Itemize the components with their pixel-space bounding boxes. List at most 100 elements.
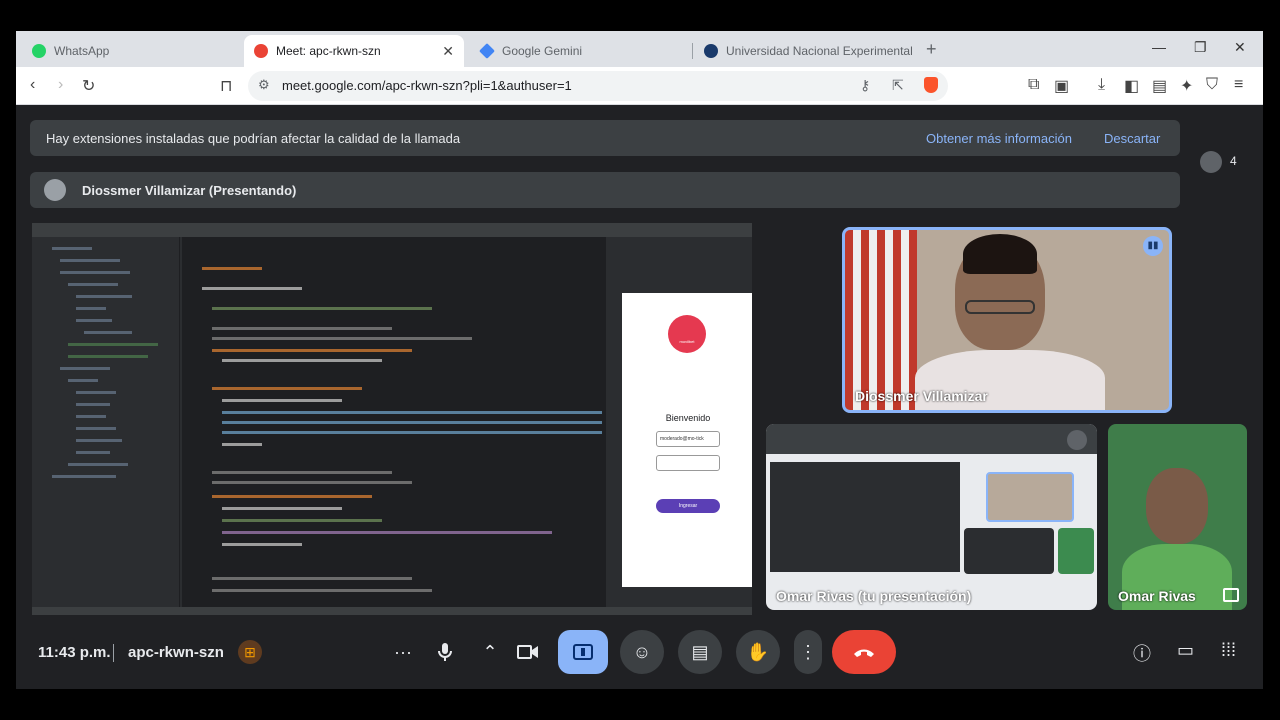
- speaking-indicator-icon: ▮▮: [1143, 236, 1163, 256]
- participant-tile-omar[interactable]: Omar Rivas: [1108, 424, 1247, 610]
- participant-name: Omar Rivas (tu presentación): [776, 588, 972, 604]
- nested-screen: [770, 462, 960, 572]
- participant-name: Omar Rivas: [1118, 588, 1196, 604]
- nested-tile: [986, 472, 1074, 522]
- login-button[interactable]: Ingresar: [656, 499, 720, 513]
- tab-title: WhatsApp: [54, 44, 110, 58]
- participant-name: Diossmer Villamizar: [855, 388, 988, 404]
- raise-hand-button[interactable]: ✋: [736, 630, 780, 674]
- mute-indicator-icon: [1067, 430, 1087, 450]
- bookmark-icon[interactable]: ⊓: [220, 76, 232, 96]
- nested-tile: [1058, 528, 1094, 574]
- browser-toolbar: ‹ › ↻ ⊓ ⚙ meet.google.com/apc-rkwn-szn?p…: [16, 67, 1263, 105]
- tab-divider: [692, 43, 693, 59]
- tab-gemini[interactable]: Google Gemini: [470, 35, 690, 67]
- logo-text: movilbet: [679, 339, 695, 344]
- video-options-button[interactable]: ⌃: [474, 630, 506, 674]
- app-logo: movilbet: [668, 315, 706, 353]
- emoji-icon: ☺: [632, 641, 652, 662]
- presenter-bar: Diossmer Villamizar (Presentando): [30, 172, 1180, 208]
- restore-icon[interactable]: ❐: [1194, 39, 1207, 56]
- close-window-icon[interactable]: ✕: [1234, 39, 1246, 56]
- sidebar-icon[interactable]: ◧: [1124, 76, 1139, 96]
- university-icon: [704, 44, 718, 58]
- tab-university[interactable]: Universidad Nacional Experimental d: [694, 35, 914, 67]
- presenter-label: Diossmer Villamizar (Presentando): [82, 183, 297, 198]
- camera-button[interactable]: [506, 630, 550, 674]
- download-icon[interactable]: ⤓: [1098, 76, 1105, 94]
- whatsapp-icon: [32, 44, 46, 58]
- meet-icon: [254, 44, 268, 58]
- browser-window: WhatsApp Meet: apc-rkwn-szn ✕ Google Gem…: [16, 31, 1263, 689]
- extensions-warning-banner: Hay extensiones instaladas que podrían a…: [30, 120, 1180, 156]
- participant-tile-self-presentation[interactable]: Omar Rivas (tu presentación): [766, 424, 1097, 610]
- emulator-panel: movilbet Bienvenido moderado@mo-tick Ing…: [606, 237, 752, 609]
- shared-screen: movilbet Bienvenido moderado@mo-tick Ing…: [32, 223, 752, 615]
- clock-time: 11:43 p.m.: [38, 644, 111, 661]
- tab-meet[interactable]: Meet: apc-rkwn-szn ✕: [244, 35, 464, 67]
- chat-icon[interactable]: ▭: [1177, 640, 1194, 661]
- tab-title: Meet: apc-rkwn-szn: [276, 44, 381, 58]
- participant-tile-diossmer[interactable]: ▮▮ Diossmer Villamizar: [842, 227, 1172, 413]
- leo-ai-icon[interactable]: ✦: [1180, 76, 1193, 96]
- tab-title: Universidad Nacional Experimental d: [726, 44, 914, 58]
- back-icon[interactable]: ‹: [30, 76, 35, 94]
- participants-indicator[interactable]: 4: [1200, 151, 1237, 173]
- site-info-icon[interactable]: ⚙: [258, 77, 270, 93]
- microphone-button[interactable]: [423, 630, 467, 674]
- forward-icon[interactable]: ›: [58, 76, 63, 94]
- nested-browser-bar: [766, 424, 1097, 454]
- chevron-up-icon: ⌃: [482, 641, 498, 662]
- ide-title-bar: [32, 223, 752, 237]
- wallet-icon[interactable]: ▤: [1152, 76, 1167, 96]
- password-field[interactable]: [656, 455, 720, 471]
- host-controls-icon[interactable]: ⊞: [238, 640, 262, 664]
- background-flag: [845, 230, 917, 410]
- tab-whatsapp[interactable]: WhatsApp: [22, 35, 242, 67]
- present-icon: [573, 644, 593, 660]
- more-info-link[interactable]: Obtener más información: [926, 131, 1072, 146]
- username-field[interactable]: moderado@mo-tick: [656, 431, 720, 447]
- captions-icon: ▤: [691, 641, 709, 662]
- nested-tile: [964, 528, 1054, 574]
- extensions-icon[interactable]: ⧉: [1028, 76, 1039, 94]
- person-glasses: [965, 300, 1035, 314]
- more-options-button[interactable]: ···: [383, 630, 423, 674]
- minimize-icon[interactable]: —: [1152, 39, 1166, 55]
- hang-up-icon: [854, 649, 874, 657]
- key-icon[interactable]: ⚷: [860, 77, 870, 94]
- ellipsis-icon: ···: [394, 641, 412, 662]
- present-screen-button[interactable]: [558, 630, 608, 674]
- pin-icon[interactable]: [1223, 588, 1239, 602]
- brave-shield-icon[interactable]: [924, 77, 938, 93]
- more-actions-button[interactable]: ⋮: [794, 630, 822, 674]
- menu-icon[interactable]: ≡: [1234, 76, 1243, 94]
- participants-count: 4: [1230, 154, 1237, 169]
- meeting-info-icon[interactable]: ⓘ: [1133, 640, 1151, 666]
- close-tab-icon[interactable]: ✕: [442, 43, 454, 60]
- reactions-button[interactable]: ☺: [620, 630, 664, 674]
- person-hair: [963, 234, 1037, 274]
- url-text: meet.google.com/apc-rkwn-szn?pli=1&authu…: [282, 78, 572, 93]
- tab-search-icon[interactable]: ▣: [1054, 76, 1069, 96]
- address-bar[interactable]: ⚙ meet.google.com/apc-rkwn-szn?pli=1&aut…: [248, 71, 948, 101]
- tab-strip: WhatsApp Meet: apc-rkwn-szn ✕ Google Gem…: [16, 31, 1263, 67]
- phone-screen: movilbet Bienvenido moderado@mo-tick Ing…: [622, 293, 752, 587]
- new-tab-icon[interactable]: +: [926, 39, 937, 60]
- welcome-title: Bienvenido: [665, 413, 711, 423]
- captions-button[interactable]: ▤: [678, 630, 722, 674]
- meeting-code: apc-rkwn-szn: [128, 644, 224, 661]
- divider: [113, 644, 114, 662]
- ide-code-editor: [182, 237, 606, 609]
- banner-message: Hay extensiones instaladas que podrían a…: [46, 131, 461, 146]
- kebab-icon: ⋮: [799, 641, 817, 662]
- camera-icon: [517, 645, 538, 659]
- leave-call-button[interactable]: [832, 630, 896, 674]
- microphone-icon: [438, 643, 452, 661]
- hand-icon: ✋: [746, 641, 770, 662]
- dismiss-button[interactable]: Descartar: [1104, 131, 1160, 146]
- activities-icon[interactable]: ⁞⁞⁞: [1221, 640, 1236, 661]
- share-icon[interactable]: ⇱: [892, 77, 904, 94]
- reload-icon[interactable]: ↻: [82, 76, 95, 96]
- vpn-icon[interactable]: ⛉: [1206, 76, 1218, 94]
